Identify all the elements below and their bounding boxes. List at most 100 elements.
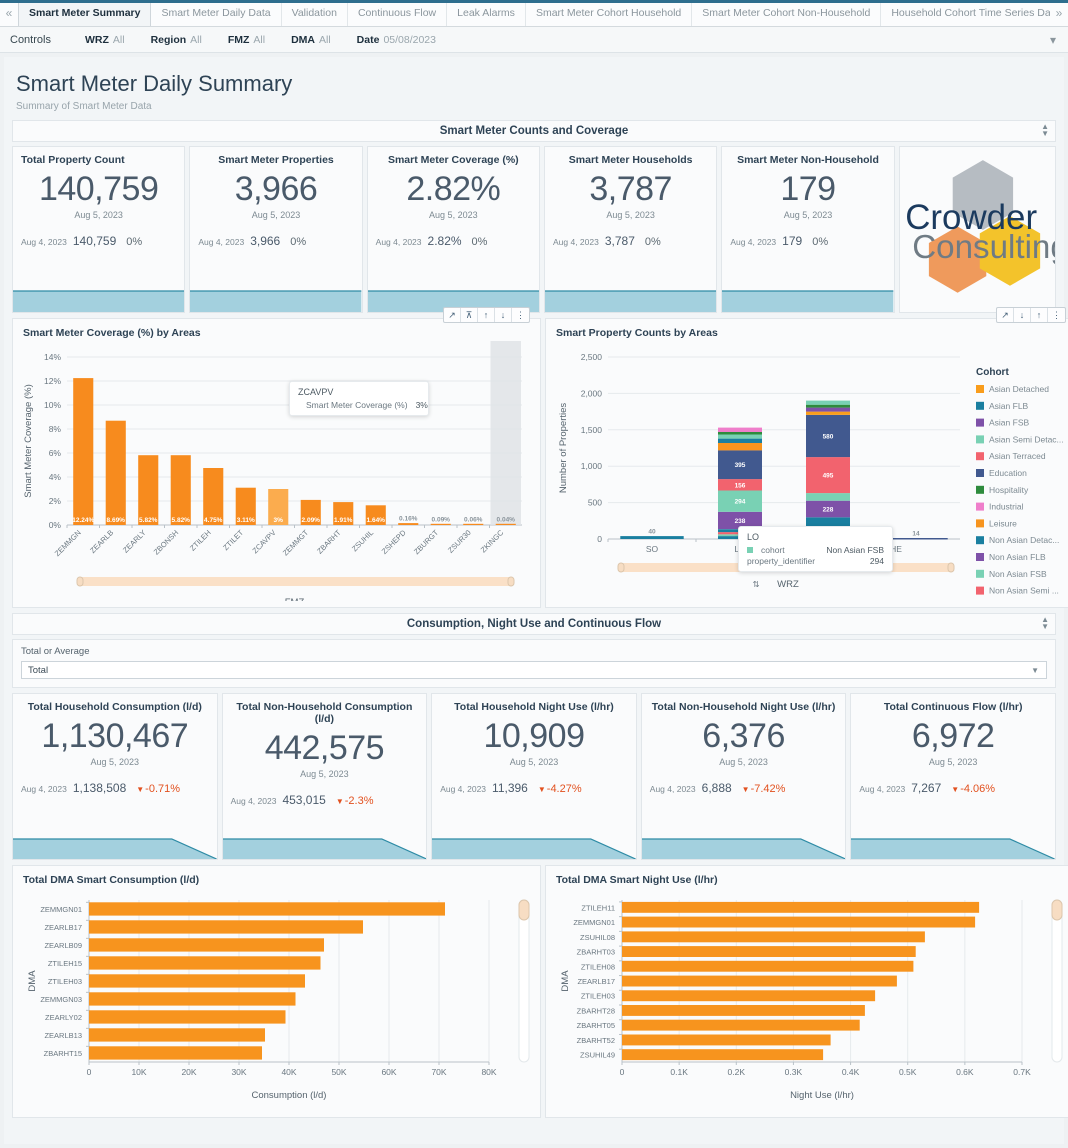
kpi-prev-value: 179 [782, 233, 803, 248]
bar-ZBARHT05[interactable] [622, 1019, 860, 1031]
stack-segment[interactable] [718, 438, 762, 443]
control-dma[interactable]: DMA All [291, 34, 331, 46]
tabs-scroll-right-icon[interactable]: » [1050, 0, 1068, 26]
bar-ZEARLB17[interactable] [622, 975, 897, 987]
legend-label: Asian Detached [989, 384, 1049, 394]
chart-coverage-by-areas-svg[interactable]: 0% 2% 4% 6% 8% 10% 12% 14% 12.24% ZEMMGN 8.69% ZEAR… [19, 339, 534, 608]
scroll-grip-right[interactable] [947, 562, 955, 573]
tab-validation[interactable]: Validation [282, 0, 348, 26]
stack-segment[interactable] [806, 411, 850, 415]
bar-ZSHEPD[interactable] [398, 523, 419, 525]
sort-desc-icon[interactable]: ↓ [495, 308, 512, 322]
kpi-value: 179 [780, 170, 836, 208]
bar-ZBARHT15[interactable] [89, 1046, 262, 1060]
sparkline-area [13, 839, 217, 859]
stack-segment[interactable] [806, 404, 850, 408]
trend-down-icon: ▼ [335, 796, 344, 806]
sparkline-svg [13, 838, 217, 860]
bar-ZKINGC[interactable] [495, 523, 516, 525]
bar-ZEARLB13[interactable] [89, 1028, 265, 1042]
bar-ZTILEH11[interactable] [622, 901, 980, 913]
sort-desc-icon[interactable]: ↓ [1014, 308, 1031, 322]
bar-ZEMMGN[interactable] [73, 378, 94, 525]
total-or-average-select[interactable]: Total ▼ [21, 661, 1047, 679]
vertical-scroll-track[interactable] [518, 899, 530, 1063]
bar-ZSUR30[interactable] [463, 523, 484, 525]
kpi-title: Total Continuous Flow (l/hr) [883, 701, 1023, 713]
expand-icon[interactable]: ↗ [997, 308, 1014, 322]
chart-menu-icon[interactable]: ⋮ [512, 308, 529, 322]
tab-smart-meter-cohort-household[interactable]: Smart Meter Cohort Household [526, 0, 693, 26]
bar-ZBARHT52[interactable] [622, 1034, 831, 1046]
legend-title: Cohort [976, 367, 1009, 378]
bar-ZEARLB[interactable] [105, 420, 126, 525]
bar-ZEMMGN03[interactable] [89, 992, 296, 1006]
stack-segment[interactable] [806, 407, 850, 412]
scroll-grip-right[interactable] [507, 576, 515, 587]
sort-toggle-icon[interactable]: ⇅ [752, 579, 759, 589]
bar-ZEMMGN01[interactable] [89, 902, 445, 916]
tab-label: Household Cohort Time Series Data [891, 7, 1050, 19]
stack-segment[interactable] [718, 427, 762, 432]
control-wrz[interactable]: WRZ All [85, 34, 125, 46]
bar-ZEMMGN01[interactable] [622, 916, 976, 928]
stack-segment[interactable] [620, 536, 684, 539]
tab-smart-meter-daily-data[interactable]: Smart Meter Daily Data [151, 0, 282, 26]
tab-smart-meter-cohort-non-household[interactable]: Smart Meter Cohort Non-Household [692, 0, 882, 26]
chart-card-dma-consumption: Total DMA Smart Consumption (l/d) 0 10K 20… [12, 865, 541, 1118]
tab-label: Smart Meter Cohort Non-Household [702, 7, 871, 19]
stack-segment[interactable] [884, 538, 948, 540]
chart-menu-icon[interactable]: ⋮ [1048, 308, 1065, 322]
section-counts-stepper[interactable]: ▲ ▼ [1041, 123, 1049, 138]
sort-asc-icon[interactable]: ↑ [478, 308, 495, 322]
kpi-prev-date: Aug 4, 2023 [375, 236, 422, 247]
pin-icon[interactable]: ⊼ [461, 308, 478, 322]
scroll-grip-left[interactable] [76, 576, 84, 587]
expand-icon[interactable]: ↗ [444, 308, 461, 322]
bar-ZEARLY02[interactable] [89, 1010, 286, 1024]
bar-ZEARLB17[interactable] [89, 920, 363, 934]
bar-ZBARHT28[interactable] [622, 1005, 865, 1016]
vertical-scroll-thumb[interactable] [1051, 899, 1063, 921]
tab-household-cohort-time-series-data[interactable]: Household Cohort Time Series Data [881, 0, 1050, 26]
vertical-scroll-track[interactable] [1051, 899, 1063, 1063]
bar-ZSUHIL49[interactable] [622, 1049, 824, 1061]
kpi-change: ▼-0.71% [136, 783, 180, 795]
control-date[interactable]: Date 05/08/2023 [357, 34, 436, 46]
bar-ZBONSH[interactable] [170, 455, 191, 525]
x-axis-tick-label: 40K [281, 1067, 296, 1077]
bar-ZBARHT03[interactable] [622, 946, 916, 957]
chart-dma-consumption-svg[interactable]: 0 10K 20K 30K 40K 50K 60K 70K 80K ZEMMGN01 ZEARLB1… [19, 886, 534, 1114]
sparkline-area [190, 291, 362, 312]
kpi-change: 0% [290, 236, 306, 248]
tab-continuous-flow[interactable]: Continuous Flow [348, 0, 448, 26]
x-axis-tick-label: 30K [231, 1067, 246, 1077]
stack-segment[interactable] [806, 400, 850, 405]
tabs-scroll-left-icon[interactable]: « [0, 0, 18, 26]
control-fmz[interactable]: FMZ All [228, 34, 265, 46]
scroll-grip-left[interactable] [617, 562, 625, 573]
bar-ZBURGT[interactable] [430, 523, 451, 525]
bar-ZTILEH08[interactable] [622, 960, 914, 972]
chart-dma-night-use-svg[interactable]: 0 0.1K 0.2K 0.3K 0.4K 0.5K 0.6K 0.7K ZTILEH11 ZEM… [552, 886, 1068, 1114]
stack-segment[interactable] [718, 434, 762, 439]
bar-ZTILEH03[interactable] [622, 990, 876, 1002]
bar-ZEARLB09[interactable] [89, 938, 324, 952]
bar-ZSUHIL08[interactable] [622, 931, 925, 943]
tab-leak-alarms[interactable]: Leak Alarms [447, 0, 526, 26]
stack-segment[interactable] [806, 493, 850, 501]
kpi-sparkline [544, 288, 717, 312]
controls-collapse-icon[interactable]: ▾ [1050, 33, 1056, 47]
tab-smart-meter-summary[interactable]: Smart Meter Summary [18, 0, 152, 26]
horizontal-scroll-track[interactable] [77, 577, 514, 586]
bar-ZEARLY[interactable] [138, 455, 159, 525]
control-region[interactable]: Region All [151, 34, 202, 46]
vertical-scroll-thumb[interactable] [518, 899, 530, 921]
stack-segment[interactable] [718, 432, 762, 435]
stack-segment[interactable] [718, 443, 762, 451]
bar-ZTILEH15[interactable] [89, 956, 321, 970]
section-consumption-stepper[interactable]: ▲ ▼ [1041, 616, 1049, 631]
y-axis-title: DMA [27, 970, 38, 992]
bar-ZTILEH03[interactable] [89, 974, 305, 988]
pin-icon[interactable]: ↑ [1031, 308, 1048, 322]
